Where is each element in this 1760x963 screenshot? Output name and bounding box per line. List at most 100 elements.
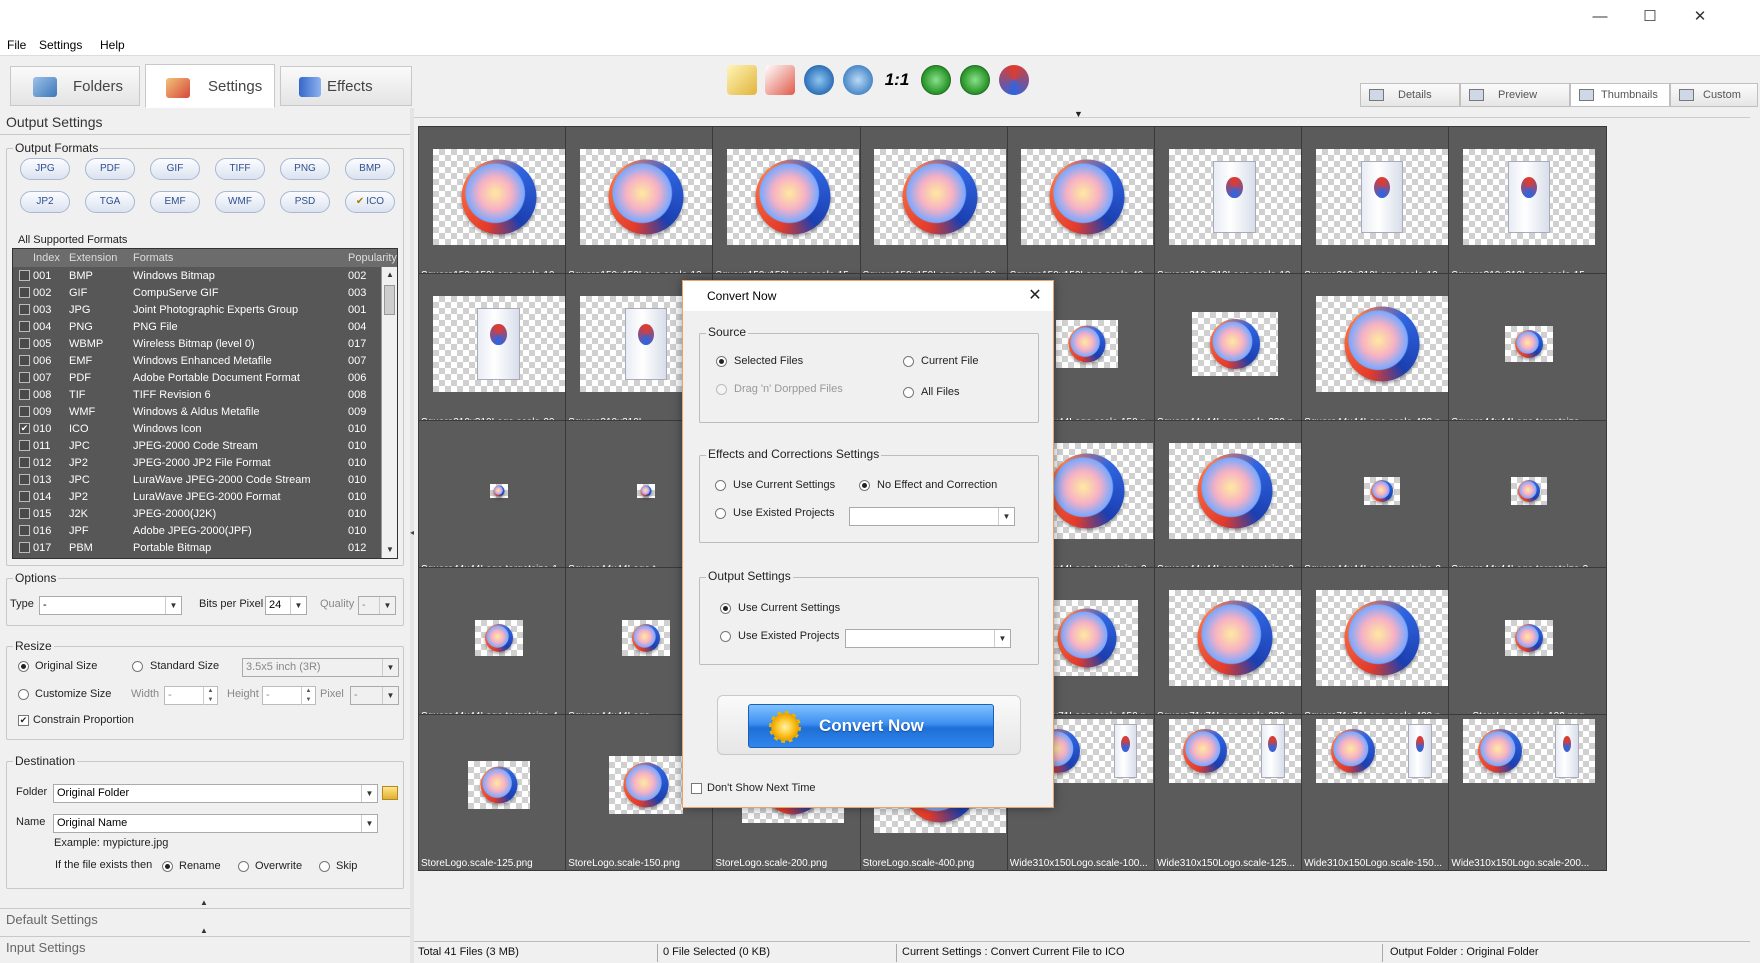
- thumbnail-item[interactable]: Square44x44Logo.targetsize-3...: [1448, 420, 1608, 577]
- constrain-proportion-checkbox[interactable]: ✔: [18, 715, 29, 726]
- thumbnail-item[interactable]: Square44x44Logo.targetsize-3...: [1301, 420, 1461, 577]
- format-row[interactable]: 002 GIF CompuServe GIF 003: [13, 285, 383, 302]
- standard-size-select[interactable]: 3.5x5 inch (3R) ▼: [242, 658, 399, 677]
- up-icon[interactable]: ▲: [203, 687, 217, 696]
- thumbnail-item[interactable]: Square150x150Logo.scale-15...: [712, 126, 872, 283]
- customize-size-radio[interactable]: [18, 689, 29, 700]
- skip-radio[interactable]: [319, 861, 330, 872]
- thumbnail-item[interactable]: Wide310x150Logo.scale-200...: [1448, 714, 1608, 871]
- view-tab-preview[interactable]: Preview: [1460, 83, 1570, 107]
- no-effect-radio[interactable]: [859, 480, 870, 491]
- thumbnail-item[interactable]: Square44x44Logo.targetsize-4...: [418, 567, 577, 724]
- thumbnail-item[interactable]: Square44x44Logo.targetsize-...: [1448, 273, 1608, 430]
- view-tab-thumbnails[interactable]: Thumbnails: [1570, 83, 1670, 107]
- effects-use-current-radio[interactable]: [715, 480, 726, 491]
- drag-drop-files-radio[interactable]: [716, 384, 727, 395]
- thumbnail-item[interactable]: Square150x150Logo.scale-12...: [565, 126, 725, 283]
- thumbnail-item[interactable]: Square150x150Logo.scale-20...: [859, 126, 1019, 283]
- format-row[interactable]: 001 BMP Windows Bitmap 002: [13, 268, 383, 285]
- all-files-radio[interactable]: [903, 387, 914, 398]
- format-button-png[interactable]: PNG: [280, 158, 330, 180]
- format-row-checkbox[interactable]: [19, 542, 30, 553]
- unit-select[interactable]: - ▼: [350, 686, 399, 705]
- bits-per-pixel-select[interactable]: 24 ▼: [265, 596, 307, 615]
- thumbnail-item[interactable]: Square71x71Logo.scale-400.p: [1301, 567, 1461, 724]
- format-row-checkbox[interactable]: [19, 355, 30, 366]
- format-row[interactable]: 007 PDF Adobe Portable Document Format 006: [13, 370, 383, 387]
- format-row[interactable]: ✔ 010 ICO Windows Icon 010: [13, 421, 383, 438]
- format-row[interactable]: 013 JPC LuraWave JPEG-2000 Code Stream 010: [13, 472, 383, 489]
- current-file-radio[interactable]: [903, 356, 914, 367]
- effects-project-select[interactable]: ▼: [849, 507, 1015, 526]
- folder-select[interactable]: Original Folder ▼: [53, 784, 378, 803]
- height-stepper[interactable]: - ▲ ▼: [262, 686, 316, 705]
- thumbnail-item[interactable]: Square310x310Logo.scale-12...: [1301, 126, 1461, 283]
- close-icon[interactable]: ✕: [1023, 284, 1047, 308]
- format-row[interactable]: 005 WBMP Wireless Bitmap (level 0) 017: [13, 336, 383, 353]
- thumbnail-item[interactable]: Square44x44Logo.targetsize-1...: [418, 420, 577, 577]
- rename-radio[interactable]: [162, 861, 173, 872]
- thumbnail-item[interactable]: Square44x44Logo.scale-400.p: [1301, 273, 1461, 430]
- format-row[interactable]: 017 PBM Portable Bitmap 012: [13, 540, 383, 557]
- format-row[interactable]: 008 TIF TIFF Revision 6 008: [13, 387, 383, 404]
- output-project-select[interactable]: ▼: [845, 629, 1011, 648]
- up-icon[interactable]: ▲: [301, 687, 315, 696]
- name-select[interactable]: Original Name ▼: [53, 814, 378, 833]
- convert-now-button[interactable]: Convert Now: [717, 695, 1021, 755]
- quality-select[interactable]: - ▼: [358, 596, 396, 615]
- down-icon[interactable]: ▼: [301, 696, 315, 705]
- format-row[interactable]: 016 JPF Adobe JPEG-2000(JPF) 010: [13, 523, 383, 540]
- tab-effects[interactable]: Effects: [280, 66, 412, 106]
- formats-list-scrollbar[interactable]: ▲ ▼: [381, 267, 397, 558]
- format-row[interactable]: 006 EMF Windows Enhanced Metafile 007: [13, 353, 383, 370]
- delete-icon[interactable]: [765, 65, 795, 95]
- format-row-checkbox[interactable]: [19, 321, 30, 332]
- collapse-icon[interactable]: ▲: [200, 898, 208, 907]
- format-row-checkbox[interactable]: [19, 304, 30, 315]
- format-row-checkbox[interactable]: [19, 440, 30, 451]
- format-row-checkbox[interactable]: [19, 406, 30, 417]
- output-use-existed-radio[interactable]: [720, 631, 731, 642]
- down-icon[interactable]: ▼: [203, 696, 217, 705]
- overwrite-radio[interactable]: [238, 861, 249, 872]
- actual-size-icon[interactable]: 1:1: [882, 65, 912, 95]
- standard-size-radio[interactable]: [132, 661, 143, 672]
- format-row-checkbox[interactable]: [19, 525, 30, 536]
- formats-list[interactable]: Index Extension Formats Popularity 001 BM…: [12, 248, 398, 559]
- thumbnail-item[interactable]: Wide310x150Logo.scale-125...: [1154, 714, 1313, 871]
- zoom-out-icon[interactable]: [843, 65, 873, 95]
- thumbnail-item[interactable]: Wide310x150Logo.scale-150...: [1301, 714, 1461, 871]
- menu-file[interactable]: File: [7, 38, 26, 52]
- thumbnail-item[interactable]: Square310x310Logo.scale-20...: [418, 273, 577, 430]
- format-row[interactable]: 015 J2K JPEG-2000(J2K) 010: [13, 506, 383, 523]
- format-row-checkbox[interactable]: [19, 389, 30, 400]
- thumbnail-item[interactable]: Square44x44Logo.scale-200.p: [1154, 273, 1313, 430]
- format-row[interactable]: 003 JPG Joint Photographic Experts Group 00…: [13, 302, 383, 319]
- expand-icon[interactable]: ▼: [1074, 109, 1083, 119]
- close-window-button[interactable]: ✕: [1680, 6, 1720, 28]
- scroll-down-icon[interactable]: ▼: [382, 542, 397, 558]
- effects-use-existed-radio[interactable]: [715, 508, 726, 519]
- scroll-up-icon[interactable]: ▲: [382, 267, 397, 283]
- thumbnail-item[interactable]: StoreLogo.scale-125.png: [418, 714, 577, 871]
- format-button-emf[interactable]: EMF: [150, 191, 200, 213]
- refresh-icon[interactable]: [999, 65, 1029, 95]
- maximize-button[interactable]: ☐: [1630, 6, 1670, 28]
- format-row-checkbox[interactable]: [19, 372, 30, 383]
- width-stepper[interactable]: - ▲ ▼: [164, 686, 218, 705]
- format-button-tga[interactable]: TGA: [85, 191, 135, 213]
- format-row[interactable]: 004 PNG PNG File 004: [13, 319, 383, 336]
- menu-help[interactable]: Help: [100, 38, 125, 52]
- format-button-wmf[interactable]: WMF: [215, 191, 265, 213]
- tab-folders[interactable]: Folders: [10, 66, 140, 106]
- type-select[interactable]: - ▼: [39, 596, 182, 615]
- selected-files-radio[interactable]: [716, 356, 727, 367]
- format-button-bmp[interactable]: BMP: [345, 158, 395, 180]
- format-row-checkbox[interactable]: [19, 457, 30, 468]
- collapse-icon[interactable]: ▲: [200, 926, 208, 935]
- format-button-jp2[interactable]: JP2: [20, 191, 70, 213]
- format-row[interactable]: 014 JP2 LuraWave JPEG-2000 Format 010: [13, 489, 383, 506]
- format-row[interactable]: 009 WMF Windows & Aldus Metafile 009: [13, 404, 383, 421]
- format-row-checkbox[interactable]: [19, 491, 30, 502]
- thumbnail-item[interactable]: Square71x71Logo.scale-200.p: [1154, 567, 1313, 724]
